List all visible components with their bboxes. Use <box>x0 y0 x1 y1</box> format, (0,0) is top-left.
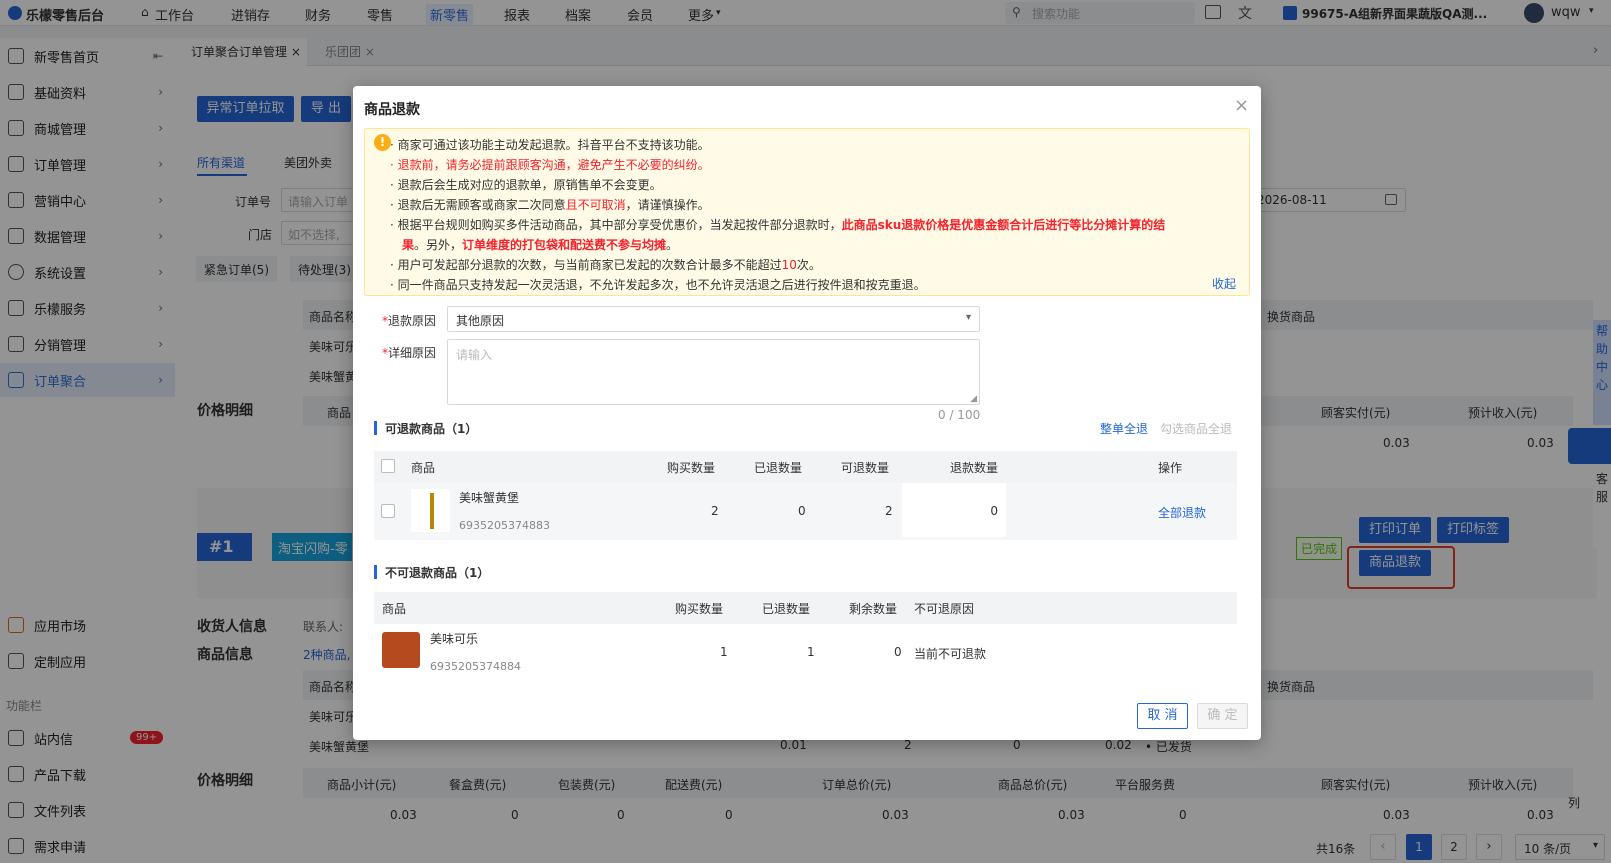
col-non-refund-reason: 不可退原因 <box>914 602 975 616</box>
col-buy-qty: 购买数量 <box>667 461 716 475</box>
notice-emphasis: 且不可取消 <box>565 198 626 212</box>
notice-emphasis: 果 <box>402 238 415 252</box>
buy-qty: 2 <box>711 504 719 518</box>
col-refunded-qty: 已退数量 <box>762 602 811 616</box>
section-bar <box>374 565 377 579</box>
non-refund-reason: 当前不可退款 <box>914 647 987 661</box>
section-bar <box>374 421 377 435</box>
product-name: 美味可乐 <box>430 632 479 646</box>
notice-emphasis: 订单维度的打包袋和配送费不参与均摊 <box>462 238 667 252</box>
refundable-title: 可退款商品（1） <box>385 422 478 436</box>
notice-line-2: · 退款前，请务必提前跟顾客沟通，避免产生不必要的纠纷。 <box>390 158 710 172</box>
detail-reason-label: *详细原因 <box>382 346 437 360</box>
product-sku: 6935205374884 <box>430 660 521 673</box>
buy-qty: 1 <box>720 645 728 659</box>
refund-qty-value: 0 <box>990 504 998 518</box>
confirm-button[interactable]: 确 定 <box>1197 703 1248 729</box>
remaining-qty: 0 <box>894 645 902 659</box>
notice-emphasis: 此商品sku退款价格是优惠金额合计后进行等比分摊计算的结 <box>841 218 1166 232</box>
refunded-qty: 0 <box>798 504 806 518</box>
col-refund-qty: 退款数量 <box>950 461 999 475</box>
detail-reason-counter: 0 / 100 <box>938 408 981 422</box>
refund-reason-label: *退款原因 <box>382 314 437 328</box>
notice-text: 。另外， <box>414 238 463 252</box>
notice-text: 次。 <box>796 258 821 272</box>
col-goods: 商品 <box>382 602 407 616</box>
resize-handle-icon[interactable]: ◢ <box>970 394 977 404</box>
notice-line-7: · 同一件商品只支持发起一次灵活退，不允许发起多次，也不允许灵活退之后进行按件退… <box>390 278 926 292</box>
col-goods: 商品 <box>411 461 436 475</box>
product-sku: 6935205374883 <box>459 519 550 532</box>
col-buy-qty: 购买数量 <box>675 602 724 616</box>
notice-line-3: · 退款后会生成对应的退款单，原销售单不会变更。 <box>390 178 662 192</box>
detail-reason-textarea[interactable]: 请输入 ◢ <box>447 339 980 405</box>
cancel-button[interactable]: 取 消 <box>1137 703 1188 729</box>
selected-goods-refund-link[interactable]: 勾选商品全退 <box>1160 420 1232 437</box>
refund-reason-value: 其他原因 <box>456 314 505 328</box>
row-checkbox[interactable] <box>381 504 395 518</box>
detail-reason-placeholder: 请输入 <box>456 348 493 362</box>
detail-reason-label-text: 详细原因 <box>388 346 437 360</box>
notice-line-5b: 果。另外，订单维度的打包袋和配送费不参与均摊。 <box>402 236 678 253</box>
refundable-qty: 2 <box>885 504 893 518</box>
refund-reason-select[interactable]: 其他原因 ▾ <box>447 306 980 332</box>
product-name: 美味蟹黄堡 <box>459 491 520 505</box>
col-action: 操作 <box>1158 461 1183 475</box>
non-refundable-title: 不可退款商品（1） <box>385 566 490 580</box>
notice-text: · 根据平台规则如购买多件活动商品，其中部分享受优惠价，当发起按件部分退款时， <box>390 218 842 232</box>
notice-line-1: · 商家可通过该功能主动发起退款。抖音平台不支持该功能。 <box>390 138 710 152</box>
close-icon[interactable]: × <box>1234 95 1249 116</box>
refund-all-link[interactable]: 全部退款 <box>1158 504 1206 521</box>
notice-line-6: · 用户可发起部分退款的次数，与当前商家已发起的次数合计最多不能超过10次。 <box>390 256 821 273</box>
col-refunded-qty: 已退数量 <box>754 461 803 475</box>
whole-order-refund-link[interactable]: 整单全退 <box>1100 420 1148 437</box>
col-remaining-qty: 剩余数量 <box>849 602 898 616</box>
chevron-down-icon: ▾ <box>965 312 971 323</box>
col-refundable-qty: 可退数量 <box>841 461 890 475</box>
notice-text: · 用户可发起部分退款的次数，与当前商家已发起的次数合计最多不能超过 <box>390 258 782 272</box>
notice-line-4: · 退款后无需顾客或商家二次同意且不可取消，请谨慎操作。 <box>390 196 710 213</box>
product-thumbnail <box>382 632 420 668</box>
warning-icon: ! <box>374 134 391 151</box>
notice-text: 。 <box>666 238 679 252</box>
notice-text: ，请谨慎操作。 <box>625 198 710 212</box>
refunded-qty: 1 <box>807 645 815 659</box>
select-all-checkbox[interactable] <box>381 459 395 473</box>
notice-line-5: · 根据平台规则如购买多件活动商品，其中部分享受优惠价，当发起按件部分退款时，此… <box>390 216 1165 233</box>
collapse-link[interactable]: 收起 <box>1212 275 1236 292</box>
refund-reason-label-text: 退款原因 <box>388 314 437 328</box>
refund-qty-input[interactable]: 0 <box>902 483 1006 537</box>
refundable-table-header <box>374 451 1237 483</box>
notice-text: · 退款后无需顾客或商家二次同意 <box>390 198 566 212</box>
modal-title: 商品退款 <box>364 102 420 118</box>
notice-emphasis: 10 <box>781 258 797 272</box>
product-image-stick <box>430 493 434 529</box>
